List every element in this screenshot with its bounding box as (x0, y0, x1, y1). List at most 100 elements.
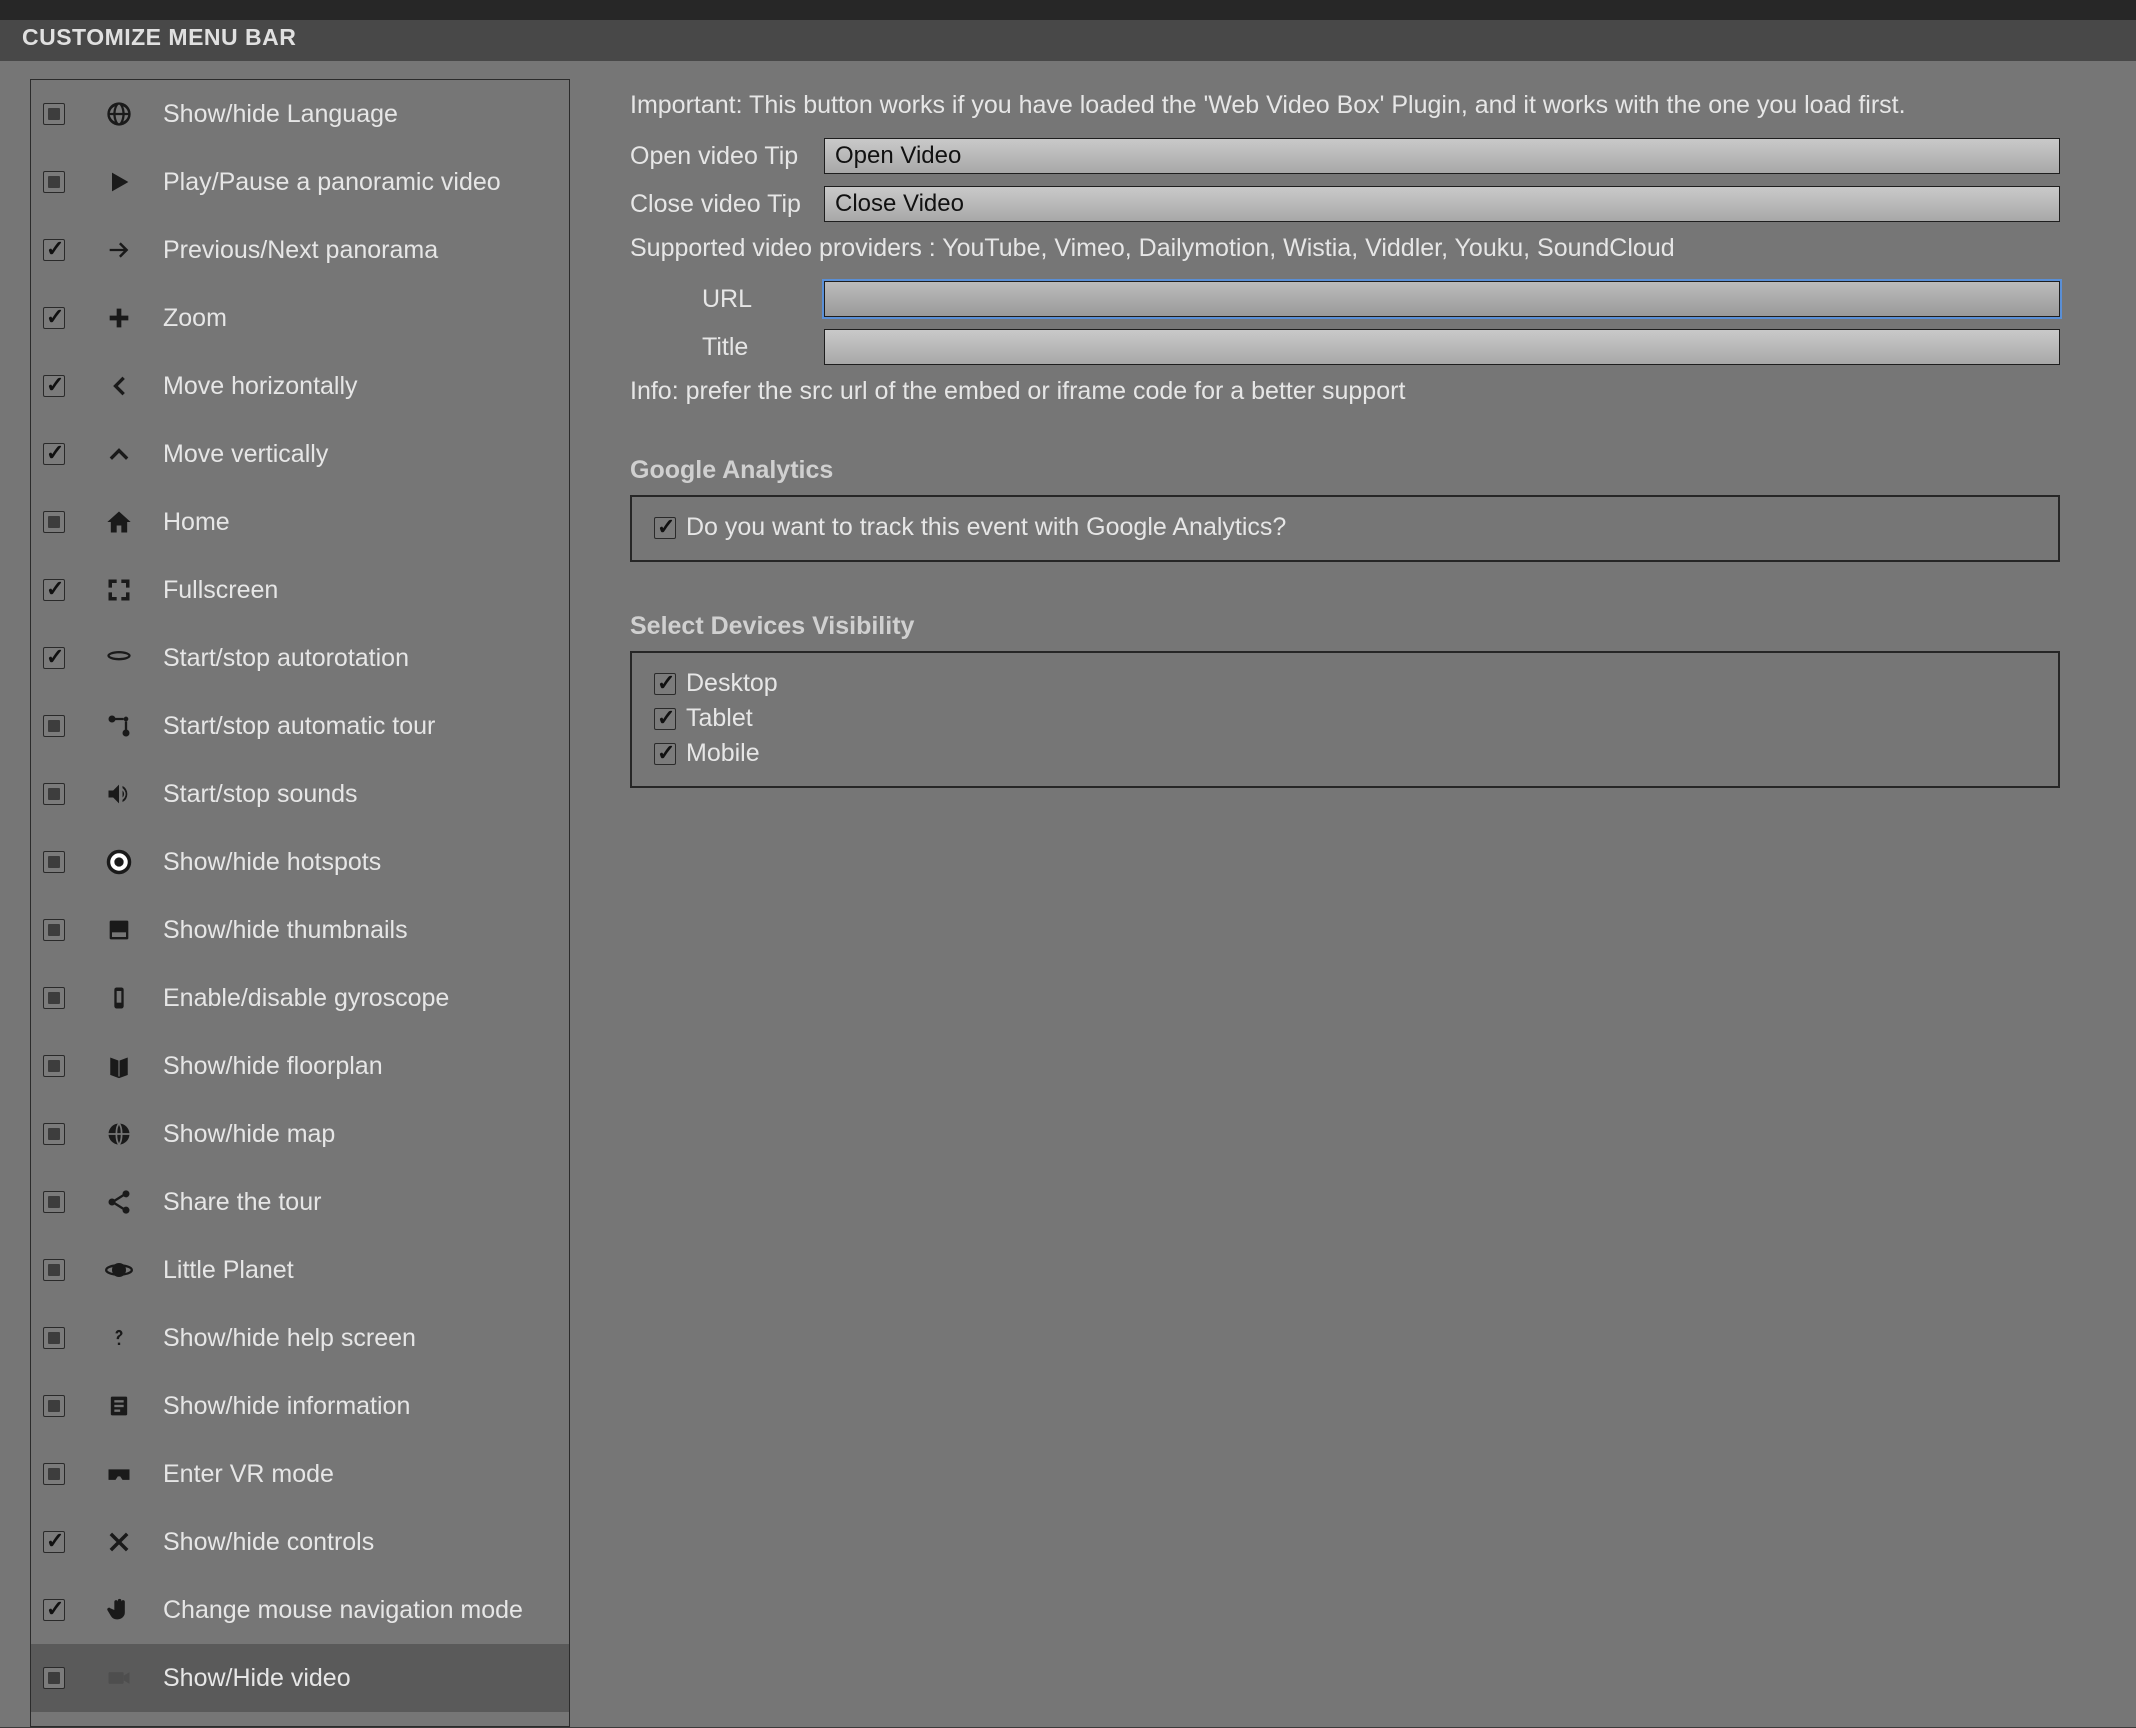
analytics-track-checkbox[interactable] (654, 517, 676, 539)
sidebar-checkbox[interactable] (43, 647, 65, 669)
desktop-checkbox[interactable] (654, 673, 676, 695)
sidebar-checkbox[interactable] (43, 1531, 65, 1553)
sidebar-item-help[interactable]: Show/hide help screen (31, 1304, 569, 1372)
sidebar-item-label: Show/hide hotspots (163, 848, 381, 877)
title-input[interactable] (824, 329, 2060, 365)
desktop-label: Desktop (686, 669, 778, 698)
sidebar-item-video[interactable]: Show/Hide video (31, 1644, 569, 1712)
sidebar-item-label: Change mouse navigation mode (163, 1596, 523, 1625)
sidebar-checkbox[interactable] (43, 307, 65, 329)
sidebar-item-close[interactable]: Show/hide controls (31, 1508, 569, 1576)
sidebar-checkbox[interactable] (43, 851, 65, 873)
sidebar-item-planet[interactable]: Little Planet (31, 1236, 569, 1304)
sidebar-checkbox[interactable] (43, 579, 65, 601)
info-text: Info: prefer the src url of the embed or… (630, 377, 2060, 406)
sidebar-item-thumbnails[interactable]: Show/hide thumbnails (31, 896, 569, 964)
sidebar-item-label: Start/stop automatic tour (163, 712, 435, 741)
sidebar-checkbox[interactable] (43, 443, 65, 465)
sidebar-item-chevron-up[interactable]: Move vertically (31, 420, 569, 488)
tablet-label: Tablet (686, 704, 753, 733)
sidebar-item-label: Play/Pause a panoramic video (163, 168, 501, 197)
sidebar-item-map-globe[interactable]: Show/hide map (31, 1100, 569, 1168)
info-icon (99, 1386, 139, 1426)
url-input[interactable] (824, 281, 2060, 317)
open-video-tip-label: Open video Tip (630, 142, 824, 171)
important-text: Important: This button works if you have… (630, 91, 2060, 120)
sidebar-checkbox[interactable] (43, 171, 65, 193)
mobile-checkbox[interactable] (654, 743, 676, 765)
sidebar-item-label: Enter VR mode (163, 1460, 334, 1489)
sidebar-item-home[interactable]: Home (31, 488, 569, 556)
sidebar-item-label: Show/hide controls (163, 1528, 374, 1557)
sidebar-checkbox[interactable] (43, 103, 65, 125)
sidebar-checkbox[interactable] (43, 919, 65, 941)
sidebar-checkbox[interactable] (43, 715, 65, 737)
sidebar-checkbox[interactable] (43, 1667, 65, 1689)
sidebar-item-share[interactable]: Share the tour (31, 1168, 569, 1236)
sidebar-item-floorplan[interactable]: Show/hide floorplan (31, 1032, 569, 1100)
sidebar-checkbox[interactable] (43, 1599, 65, 1621)
chevron-left-icon (99, 366, 139, 406)
sidebar-item-label: Move vertically (163, 440, 328, 469)
home-icon (99, 502, 139, 542)
title-label: Title (702, 333, 824, 362)
sidebar: Show/hide Language Play/Pause a panoramic… (30, 79, 570, 1727)
sidebar-item-play[interactable]: Play/Pause a panoramic video (31, 148, 569, 216)
sidebar-checkbox[interactable] (43, 1395, 65, 1417)
close-video-tip-label: Close video Tip (630, 190, 824, 219)
sidebar-item-gyroscope[interactable]: Enable/disable gyroscope (31, 964, 569, 1032)
analytics-track-label: Do you want to track this event with Goo… (686, 513, 1286, 542)
sidebar-item-label: Show/hide Language (163, 100, 398, 129)
sidebar-item-fullscreen[interactable]: Fullscreen (31, 556, 569, 624)
video-icon (99, 1658, 139, 1698)
sidebar-item-label: Show/hide thumbnails (163, 916, 408, 945)
hand-icon (99, 1590, 139, 1630)
sidebar-checkbox[interactable] (43, 1123, 65, 1145)
chevron-up-icon (99, 434, 139, 474)
sidebar-item-vr[interactable]: Enter VR mode (31, 1440, 569, 1508)
plus-icon (99, 298, 139, 338)
sidebar-checkbox[interactable] (43, 1191, 65, 1213)
sidebar-item-sound[interactable]: Start/stop sounds (31, 760, 569, 828)
sidebar-item-rotate[interactable]: Start/stop autorotation (31, 624, 569, 692)
sidebar-checkbox[interactable] (43, 1327, 65, 1349)
sidebar-checkbox[interactable] (43, 987, 65, 1009)
sidebar-item-label: Previous/Next panorama (163, 236, 438, 265)
sidebar-checkbox[interactable] (43, 783, 65, 805)
gyroscope-icon (99, 978, 139, 1018)
sidebar-item-label: Show/hide floorplan (163, 1052, 383, 1081)
sidebar-checkbox[interactable] (43, 511, 65, 533)
devices-heading: Select Devices Visibility (630, 612, 2060, 641)
sidebar-item-chevron-left[interactable]: Move horizontally (31, 352, 569, 420)
main-panel: Important: This button works if you have… (570, 61, 2120, 1727)
sidebar-checkbox[interactable] (43, 1055, 65, 1077)
fullscreen-icon (99, 570, 139, 610)
sidebar-item-arrow-right[interactable]: Previous/Next panorama (31, 216, 569, 284)
sidebar-item-info[interactable]: Show/hide information (31, 1372, 569, 1440)
hotspot-icon (99, 842, 139, 882)
sidebar-item-label: Start/stop autorotation (163, 644, 409, 673)
sound-icon (99, 774, 139, 814)
devices-box: Desktop Tablet Mobile (630, 651, 2060, 788)
page-title: CUSTOMIZE MENU BAR (0, 20, 2136, 61)
sidebar-checkbox[interactable] (43, 375, 65, 397)
sidebar-item-label: Show/Hide video (163, 1664, 351, 1693)
sidebar-checkbox[interactable] (43, 239, 65, 261)
sidebar-checkbox[interactable] (43, 1463, 65, 1485)
arrow-right-icon (99, 230, 139, 270)
sidebar-item-label: Start/stop sounds (163, 780, 358, 809)
sidebar-item-hand[interactable]: Change mouse navigation mode (31, 1576, 569, 1644)
open-video-tip-input[interactable] (824, 138, 2060, 174)
close-video-tip-input[interactable] (824, 186, 2060, 222)
tablet-checkbox[interactable] (654, 708, 676, 730)
sidebar-item-label: Zoom (163, 304, 227, 333)
sidebar-item-plus[interactable]: Zoom (31, 284, 569, 352)
sidebar-checkbox[interactable] (43, 1259, 65, 1281)
vr-icon (99, 1454, 139, 1494)
sidebar-item-label: Enable/disable gyroscope (163, 984, 449, 1013)
floorplan-icon (99, 1046, 139, 1086)
sidebar-item-route[interactable]: Start/stop automatic tour (31, 692, 569, 760)
sidebar-item-globe[interactable]: Show/hide Language (31, 80, 569, 148)
sidebar-item-hotspot[interactable]: Show/hide hotspots (31, 828, 569, 896)
analytics-box: Do you want to track this event with Goo… (630, 495, 2060, 562)
